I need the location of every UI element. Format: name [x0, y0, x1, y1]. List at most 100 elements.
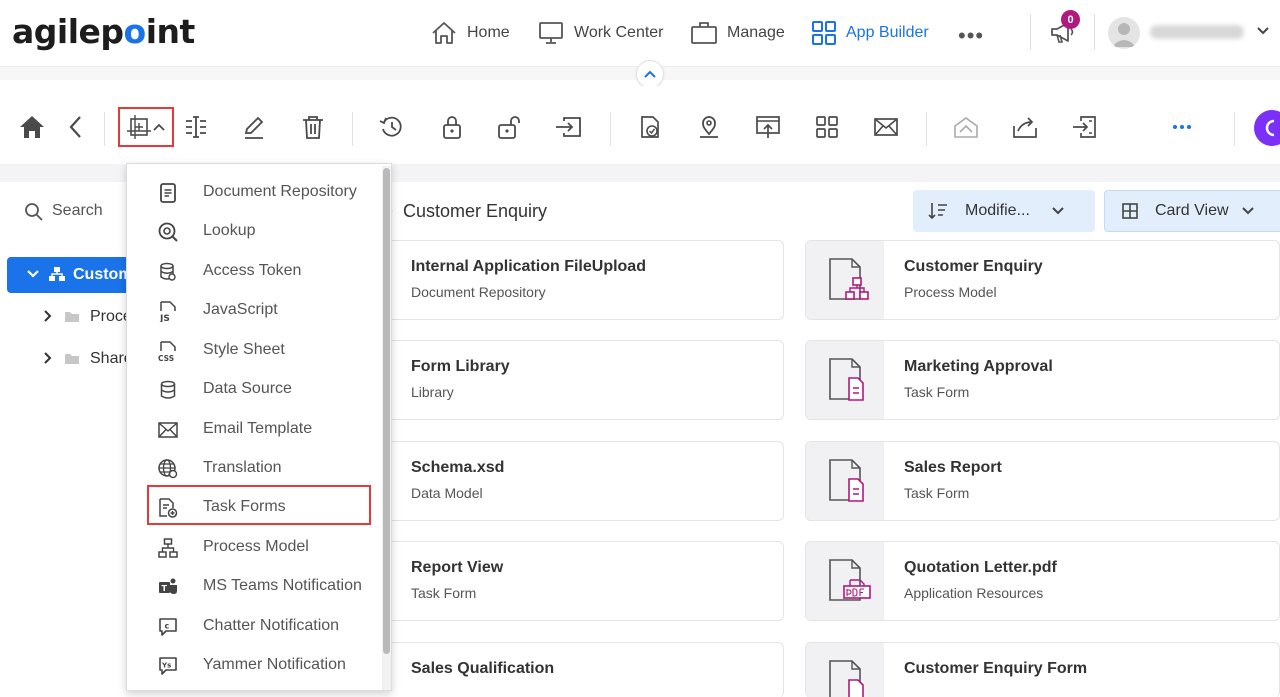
- nav-manage-label: Manage: [727, 24, 785, 41]
- menu-item-label: Yammer Notification: [203, 656, 346, 673]
- chevron-down-icon[interactable]: [1256, 26, 1270, 36]
- top-navigation-bar: agilepoint Home Work Center Manage App B…: [0, 0, 1280, 66]
- card-title: Form Library: [411, 358, 510, 375]
- home-icon[interactable]: [17, 112, 47, 142]
- menu-item-ms-teams-notification[interactable]: T MS Teams Notification: [127, 568, 377, 604]
- card-title: Schema.xsd: [411, 459, 505, 476]
- folder-icon: [64, 310, 80, 323]
- lookup-icon: [157, 221, 179, 243]
- chevron-right-icon[interactable]: [42, 309, 54, 323]
- assistant-icon[interactable]: [1254, 110, 1280, 146]
- menu-item-translation[interactable]: Translation: [127, 450, 377, 486]
- undo-share-icon: [951, 112, 981, 142]
- view-mode-dropdown[interactable]: Card View: [1104, 190, 1280, 232]
- collapse-header-button[interactable]: [636, 60, 664, 88]
- menu-item-document-repository[interactable]: Document Repository: [127, 174, 377, 210]
- delete-icon[interactable]: [298, 112, 328, 142]
- history-icon[interactable]: [377, 112, 407, 142]
- card-subtitle: Application Resources: [904, 585, 1044, 601]
- nav-work-center-label: Work Center: [574, 24, 664, 41]
- user-name-blurred[interactable]: [1150, 25, 1244, 39]
- css-icon: CSS: [157, 340, 179, 362]
- card-title: Report View: [411, 559, 504, 576]
- menu-item-label: Data Source: [203, 380, 292, 397]
- menu-item-label: Email Template: [203, 420, 313, 437]
- menu-scrollbar-thumb[interactable]: [383, 168, 390, 654]
- toolbar-divider: [610, 112, 611, 146]
- share-icon[interactable]: [1010, 112, 1040, 142]
- page-title: Customer Enquiry: [403, 201, 548, 221]
- card-subtitle: Data Model: [411, 485, 483, 501]
- card-title: Customer Enquiry Form: [904, 660, 1088, 677]
- menu-item-data-source[interactable]: Data Source: [127, 371, 377, 407]
- menu-item-yammer-notification[interactable]: Ys Yammer Notification: [127, 647, 377, 683]
- nav-app-builder[interactable]: App Builder: [811, 0, 929, 66]
- card-title: Customer Enquiry: [904, 258, 1043, 275]
- search-icon[interactable]: [24, 202, 44, 222]
- more-icon[interactable]: [1167, 112, 1197, 142]
- sort-icon: [927, 201, 949, 221]
- svg-text:c: c: [165, 622, 170, 631]
- monitor-icon: [537, 20, 565, 46]
- avatar[interactable]: [1108, 17, 1140, 49]
- new-resource-menu: Document Repository Lookup Access Token …: [126, 163, 392, 691]
- card-subtitle: Task Form: [904, 485, 970, 501]
- agilepoint-logo[interactable]: agilepoint: [12, 12, 195, 51]
- menu-item-label: Translation: [203, 459, 282, 476]
- menu-item-style-sheet[interactable]: CSS Style Sheet: [127, 332, 377, 368]
- back-icon[interactable]: [61, 112, 91, 142]
- card-title: Sales Report: [904, 459, 1002, 476]
- svg-text:JS: JS: [159, 314, 170, 322]
- nav-home[interactable]: Home: [430, 0, 510, 66]
- svg-text:CSS: CSS: [158, 354, 174, 362]
- sort-dropdown[interactable]: Modifie...: [913, 190, 1095, 232]
- card-subtitle: Process Model: [904, 284, 997, 300]
- tree-item-label: Custom: [73, 266, 133, 283]
- card-subtitle: Task Form: [411, 585, 477, 601]
- card-title: Sales Qualification: [411, 660, 555, 677]
- email-icon[interactable]: [871, 112, 901, 142]
- briefcase-icon: [690, 20, 718, 46]
- resource-card[interactable]: Customer Enquiry Form: [805, 642, 1280, 697]
- svg-text:T: T: [162, 584, 168, 593]
- nav-manage[interactable]: Manage: [690, 0, 785, 66]
- data-source-icon: [157, 379, 179, 401]
- app-grid-icon[interactable]: [812, 112, 842, 142]
- yammer-icon: Ys: [157, 655, 179, 677]
- location-icon[interactable]: [694, 112, 724, 142]
- menu-item-process-model[interactable]: Process Model: [127, 529, 377, 565]
- menu-item-label: Chatter Notification: [203, 617, 340, 634]
- nav-home-label: Home: [467, 24, 510, 41]
- chevron-down-icon[interactable]: [26, 268, 40, 280]
- export-icon[interactable]: [1070, 112, 1100, 142]
- menu-item-chatter-notification[interactable]: c Chatter Notification: [127, 608, 377, 644]
- toolbar-divider: [1234, 112, 1235, 146]
- chevron-up-icon[interactable]: [148, 112, 170, 142]
- nav-work-center[interactable]: Work Center: [537, 0, 664, 66]
- menu-item-label: MS Teams Notification: [203, 577, 362, 594]
- menu-item-label: Lookup: [203, 222, 256, 239]
- rename-icon[interactable]: [181, 112, 211, 142]
- resource-card[interactable]: Marketing Approval Task Form: [805, 340, 1280, 420]
- search-input[interactable]: Search: [52, 202, 103, 220]
- resource-card[interactable]: Quotation Letter.pdf Application Resourc…: [805, 541, 1280, 621]
- menu-item-access-token[interactable]: Access Token: [127, 253, 377, 289]
- publish-icon[interactable]: [753, 112, 783, 142]
- chevron-right-icon[interactable]: [42, 351, 54, 365]
- menu-item-email-template[interactable]: Email Template: [127, 411, 377, 447]
- toolbar-divider: [352, 112, 353, 146]
- nav-divider: [1094, 14, 1095, 50]
- check-in-icon[interactable]: [635, 112, 665, 142]
- menu-item-lookup[interactable]: Lookup: [127, 213, 377, 249]
- menu-item-label: Style Sheet: [203, 341, 285, 358]
- chatter-icon: c: [157, 616, 179, 638]
- unlock-icon[interactable]: [495, 112, 525, 142]
- lock-icon[interactable]: [437, 112, 467, 142]
- edit-icon[interactable]: [239, 112, 269, 142]
- resource-card[interactable]: Customer Enquiry Process Model: [805, 240, 1280, 320]
- import-icon[interactable]: [554, 112, 584, 142]
- menu-item-javascript[interactable]: JS JavaScript: [127, 292, 377, 328]
- resource-card[interactable]: Sales Report Task Form: [805, 441, 1280, 521]
- sort-label: Modifie...: [965, 202, 1030, 219]
- nav-more-button[interactable]: •••: [958, 23, 984, 49]
